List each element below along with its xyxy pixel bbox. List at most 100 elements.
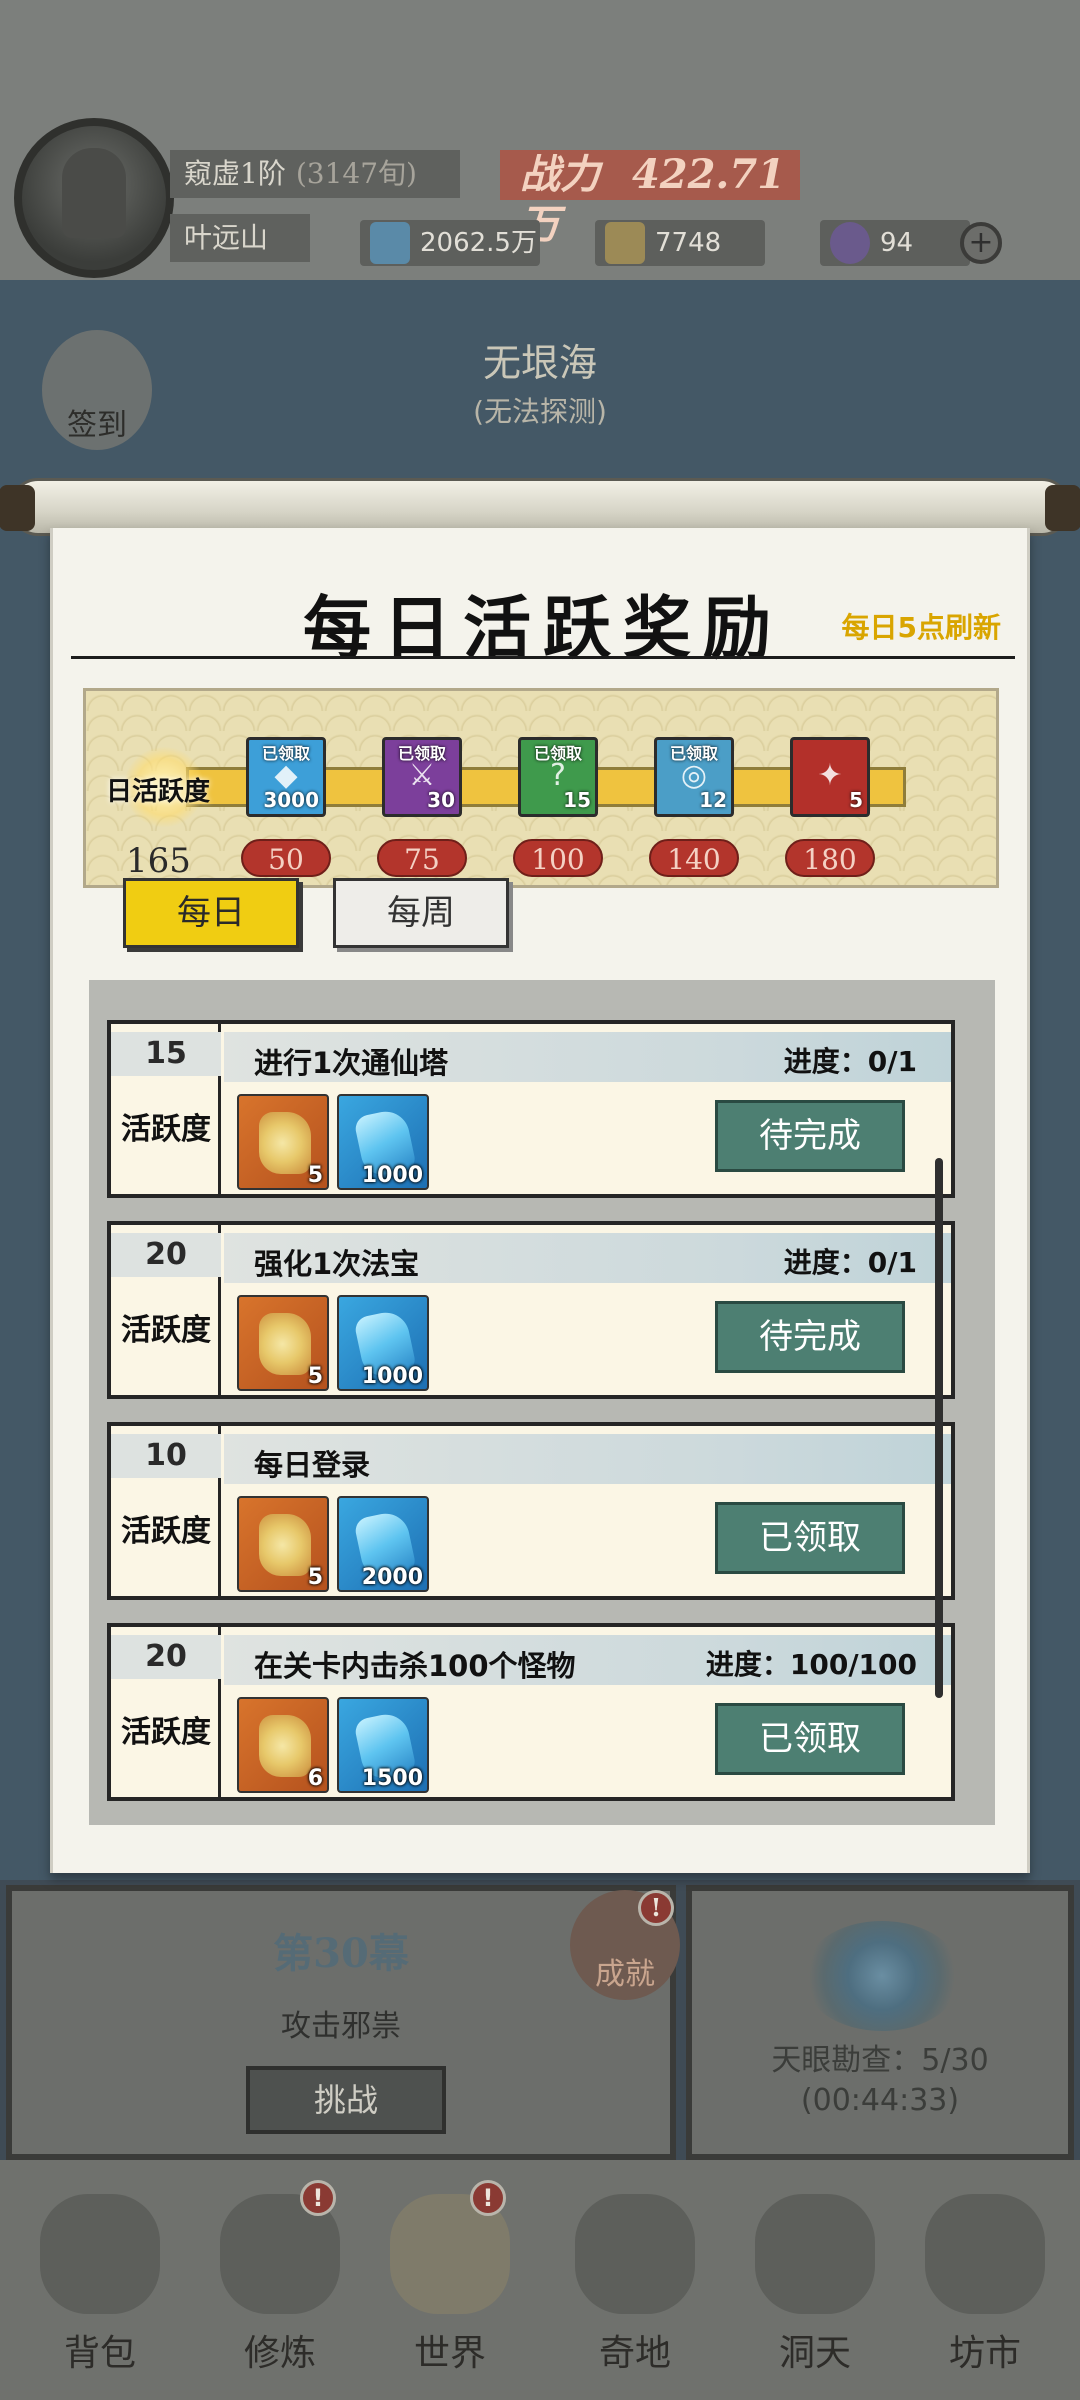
market-icon <box>925 2194 1045 2314</box>
reward-chest-50[interactable]: ◆ 已领取 3000 <box>246 737 326 817</box>
nav-cultivate-badge: ! <box>300 2180 336 2216</box>
nav-world-badge: ! <box>470 2180 506 2216</box>
evolution-stone-icon <box>259 1313 311 1375</box>
task-status-button[interactable]: 待完成 <box>715 1100 905 1172</box>
achievement-button[interactable]: 成就 ! <box>570 1890 680 2000</box>
task-points: 10 <box>111 1434 221 1478</box>
task-points-column: 15 活跃度 <box>111 1024 221 1194</box>
task-row: 10 活跃度 每日登录 5 2000 已领取 <box>107 1422 955 1600</box>
task-status-button[interactable]: 待完成 <box>715 1301 905 1373</box>
player-status-bar: 窥虚1阶 (3147旬) 叶远山 战力 422.71万 2062.5万 7748 … <box>0 0 1080 280</box>
spirit-crystal-counter: 2062.5万 <box>360 220 540 266</box>
combat-power: 战力 422.71万 <box>500 150 800 248</box>
tab-daily[interactable]: 每日 <box>123 878 299 948</box>
milestone-50: 50 <box>241 839 331 877</box>
chest-claimed-label: 已领取 <box>261 744 310 763</box>
achievement-label: 成就 <box>595 1957 655 1992</box>
portal-icon <box>755 2194 875 2314</box>
sign-in-button[interactable]: 签到 <box>42 330 152 450</box>
evolution-stone-reward[interactable]: 6 <box>237 1697 329 1793</box>
task-list-scrollbar[interactable] <box>935 1158 943 1698</box>
task-name: 每日登录 <box>254 1448 371 1482</box>
task-list[interactable]: 15 活跃度 进行1次通仙塔 进度：0/1 5 1000 待完成 20 活跃度 <box>89 980 995 1825</box>
achievement-alert-badge: ! <box>638 1890 674 1926</box>
nav-secret-land[interactable]: 奇地 <box>555 2180 715 2380</box>
title-divider <box>71 656 1015 659</box>
reward-qty: 5 <box>307 1565 323 1590</box>
task-name: 进行1次通仙塔 <box>254 1046 449 1080</box>
milestone-180: 180 <box>785 839 875 877</box>
task-points-unit: 活跃度 <box>121 1112 211 1147</box>
task-progress: 进度：0/1 <box>783 1246 917 1279</box>
player-avatar[interactable] <box>14 118 174 278</box>
nav-secret-land-label: 奇地 <box>598 2333 671 2374</box>
evolution-stone-counter: 7748 <box>595 220 765 266</box>
challenge-button[interactable]: 挑战 <box>246 2066 446 2134</box>
reward-chest-75[interactable]: ⚔ 已领取 30 <box>382 737 462 817</box>
evolution-stone-icon <box>259 1715 311 1777</box>
task-row: 20 活跃度 在关卡内击杀100个怪物 进度：100/100 6 1500 已领… <box>107 1623 955 1801</box>
map-location-title: 无垠海 <box>482 341 597 385</box>
task-status-button[interactable]: 已领取 <box>715 1703 905 1775</box>
spirit-crystal-reward[interactable]: 1000 <box>337 1094 429 1190</box>
task-points-unit: 活跃度 <box>121 1514 211 1549</box>
reward-qty: 2000 <box>361 1565 423 1590</box>
chest-count: 15 <box>563 788 591 812</box>
purple-flame-icon <box>830 222 870 264</box>
nav-cave-label: 洞天 <box>778 2333 851 2374</box>
tab-weekly[interactable]: 每周 <box>333 878 509 948</box>
reward-chest-140[interactable]: ◎ 已领取 12 <box>654 737 734 817</box>
evolution-stone-reward[interactable]: 5 <box>237 1295 329 1391</box>
task-row: 20 活跃度 强化1次法宝 进度：0/1 5 1000 待完成 <box>107 1221 955 1399</box>
activity-progress-track: 日活跃度 165 ◆ 已领取 3000 50 ⚔ 已领取 30 75 ? 已领取… <box>83 688 999 888</box>
nav-market[interactable]: 坊市 <box>905 2180 1065 2380</box>
evolution-stone-icon <box>259 1514 311 1576</box>
task-points: 20 <box>111 1233 221 1277</box>
task-header: 进行1次通仙塔 进度：0/1 <box>224 1032 951 1082</box>
nav-cultivate[interactable]: 修炼 ! <box>200 2180 360 2380</box>
reward-chest-180[interactable]: ✦ 5 <box>790 737 870 817</box>
reward-chest-100[interactable]: ? 已领取 15 <box>518 737 598 817</box>
spirit-crystal-reward[interactable]: 1500 <box>337 1697 429 1793</box>
chest-claimed-label: 已领取 <box>533 744 582 763</box>
spirit-crystal-reward[interactable]: 2000 <box>337 1496 429 1592</box>
bag-icon <box>40 2194 160 2314</box>
nav-bag[interactable]: 背包 <box>20 2180 180 2380</box>
sky-eye-status: 天眼勘查：5/30 (00:44:33) <box>771 2043 989 2118</box>
nav-market-label: 坊市 <box>948 2333 1021 2374</box>
task-progress: 进度：100/100 <box>705 1648 917 1681</box>
task-points-column: 20 活跃度 <box>111 1225 221 1395</box>
nav-bag-label: 背包 <box>63 2333 136 2374</box>
chest-count: 3000 <box>263 788 319 812</box>
task-points-column: 10 活跃度 <box>111 1426 221 1596</box>
reward-qty: 5 <box>307 1163 323 1188</box>
bottom-nav: 背包 修炼 ! 世界 ! 奇地 洞天 坊市 <box>0 2160 1080 2400</box>
milestone-100: 100 <box>513 839 603 877</box>
nav-world-label: 世界 <box>413 2333 486 2374</box>
player-realm: 窥虚1阶 (3147旬) <box>170 150 460 198</box>
reward-qty: 1000 <box>361 1364 423 1389</box>
chest-claimed-label: 已领取 <box>669 744 718 763</box>
chest-count: 12 <box>699 788 727 812</box>
spirit-crystal-reward[interactable]: 1000 <box>337 1295 429 1391</box>
evolution-stone-reward[interactable]: 5 <box>237 1496 329 1592</box>
evolution-stone-reward[interactable]: 5 <box>237 1094 329 1190</box>
reward-qty: 1500 <box>361 1766 423 1791</box>
task-row: 15 活跃度 进行1次通仙塔 进度：0/1 5 1000 待完成 <box>107 1020 955 1198</box>
task-points-column: 20 活跃度 <box>111 1627 221 1797</box>
reward-qty: 1000 <box>361 1163 423 1188</box>
reward-qty: 5 <box>307 1364 323 1389</box>
nav-world[interactable]: 世界 ! <box>370 2180 530 2380</box>
task-name: 在关卡内击杀100个怪物 <box>254 1649 576 1683</box>
sky-eye-panel[interactable]: 天眼勘查：5/30 (00:44:33) <box>686 1885 1074 2160</box>
task-header: 每日登录 <box>224 1434 951 1484</box>
nav-cave[interactable]: 洞天 <box>735 2180 895 2380</box>
spirit-crystal-icon <box>370 222 410 264</box>
chest-count: 5 <box>849 788 863 812</box>
pavilion-icon <box>575 2194 695 2314</box>
add-resource-button[interactable]: + <box>960 222 1002 264</box>
task-name: 强化1次法宝 <box>254 1247 420 1281</box>
task-points: 20 <box>111 1635 221 1679</box>
milestone-140: 140 <box>649 839 739 877</box>
task-status-button[interactable]: 已领取 <box>715 1502 905 1574</box>
